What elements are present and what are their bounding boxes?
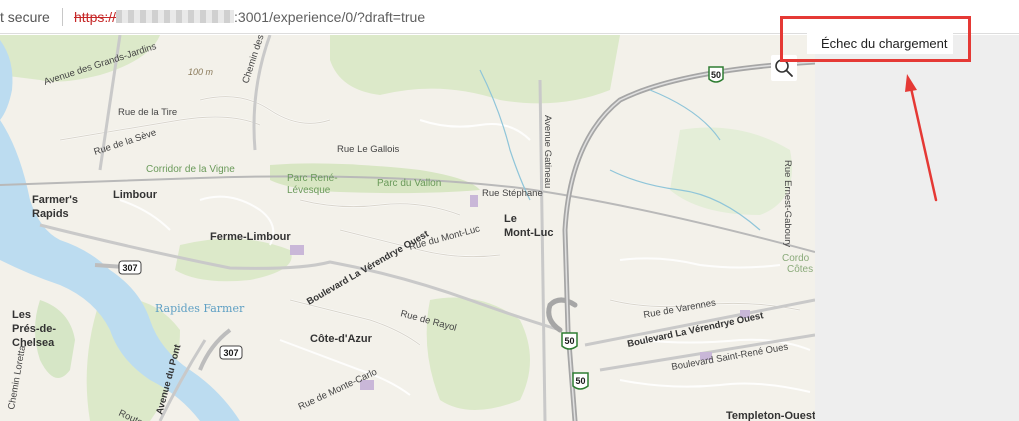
- street-label: Rue Le Gallois: [337, 144, 400, 155]
- place-label: Farmer's: [32, 194, 78, 206]
- shield-number: 50: [711, 70, 721, 80]
- highway-50-shield: 50: [708, 66, 724, 83]
- street-label: Rue de la Sève: [93, 127, 158, 158]
- url-redacted-host: [116, 10, 235, 23]
- highway-50-shield: 50: [561, 332, 578, 350]
- shield-number: 50: [575, 376, 585, 386]
- park-label: Côtes: [787, 264, 813, 275]
- shield-number: 50: [564, 336, 574, 346]
- water-label: Rapides Farmer: [155, 302, 245, 315]
- street-label: Rue de la Tire: [118, 107, 177, 118]
- url-text[interactable]: https:// :3001/experience/0/?draft=true: [74, 9, 425, 25]
- security-status[interactable]: t secure: [0, 9, 50, 25]
- park-label: Cordo: [782, 253, 810, 264]
- url-scheme: https://: [74, 9, 117, 25]
- park-area: [330, 35, 620, 104]
- street-label: Chemin Loretta: [6, 344, 28, 411]
- place-label: Le: [504, 213, 517, 225]
- address-bar-divider: [62, 8, 63, 26]
- park-label: Parc du Vallon: [377, 178, 441, 189]
- street-label: Rue Ernest-Gaboury: [782, 160, 793, 247]
- contour-label: 100 m: [188, 67, 214, 77]
- annotation-highlight-box: [780, 16, 971, 62]
- street-label: Boulevard Saint-René Oues: [671, 342, 790, 373]
- park-label: Corridor de la Vigne: [146, 164, 235, 175]
- place-label: Templeton-Ouest: [726, 410, 815, 421]
- place-label: Rapids: [32, 208, 69, 220]
- map-view[interactable]: Limbour Farmer's Rapids Ferme-Limbour Le…: [0, 35, 815, 421]
- place-label: Limbour: [113, 189, 158, 201]
- place-label: Mont-Luc: [504, 227, 553, 239]
- park-label: Lévesque: [287, 185, 331, 196]
- route-307-shield: 307: [118, 260, 142, 275]
- street-label: Boulevard La Vérendrye Ouest: [305, 228, 431, 307]
- park-area: [670, 127, 792, 215]
- place-label: Ferme-Limbour: [210, 231, 291, 243]
- url-path: :3001/experience/0/?draft=true: [234, 9, 426, 25]
- park-label: Parc René-: [287, 173, 338, 184]
- street-label: Avenue Gatineau: [542, 115, 553, 188]
- place-label: Prés-de-: [12, 323, 56, 335]
- street-label: Rue Stéphane: [482, 188, 543, 199]
- annotation-arrow-icon: [905, 74, 938, 202]
- route-307-shield: 307: [219, 345, 243, 360]
- street-label: Rue de Varennes: [643, 297, 717, 321]
- highway-50-shield: 50: [572, 372, 589, 390]
- shield-number: 307: [122, 263, 137, 273]
- shield-number: 307: [223, 348, 238, 358]
- map-canvas: Limbour Farmer's Rapids Ferme-Limbour Le…: [0, 35, 815, 421]
- place-label: Côte-d'Azur: [310, 333, 373, 345]
- place-label: Les: [12, 309, 31, 321]
